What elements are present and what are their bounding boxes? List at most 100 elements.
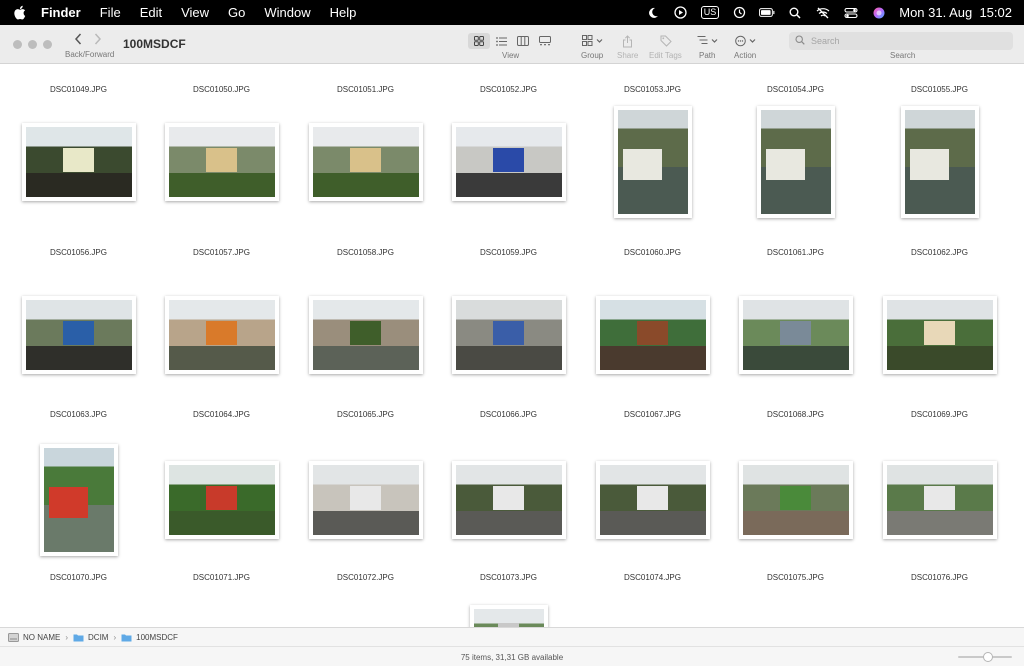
file-name-label[interactable]: DSC01057.JPG bbox=[150, 248, 293, 257]
image-thumbnail[interactable] bbox=[21, 123, 136, 201]
file-name-label[interactable]: DSC01052.JPG bbox=[437, 85, 580, 94]
menu-go[interactable]: Go bbox=[228, 5, 245, 20]
image-thumbnail[interactable] bbox=[900, 106, 979, 218]
image-thumbnail[interactable] bbox=[451, 123, 566, 201]
file-name-label[interactable]: DSC01073.JPG bbox=[437, 573, 580, 582]
group-button[interactable] bbox=[582, 33, 604, 49]
file-thumbnail-item[interactable] bbox=[294, 461, 437, 539]
image-thumbnail[interactable] bbox=[308, 461, 423, 539]
file-thumbnail-item[interactable] bbox=[150, 123, 293, 201]
image-thumbnail[interactable] bbox=[308, 296, 423, 374]
gallery-view-button[interactable] bbox=[534, 33, 556, 49]
file-thumbnail-item[interactable] bbox=[868, 461, 1011, 539]
minimize-button[interactable] bbox=[28, 40, 37, 49]
control-center-icon[interactable] bbox=[843, 5, 859, 21]
file-thumbnail-item[interactable] bbox=[294, 296, 437, 374]
image-thumbnail[interactable] bbox=[595, 461, 710, 539]
image-thumbnail[interactable] bbox=[595, 296, 710, 374]
image-thumbnail[interactable] bbox=[164, 461, 279, 539]
file-name-label[interactable]: DSC01070.JPG bbox=[7, 573, 150, 582]
file-name-label[interactable]: DSC01054.JPG bbox=[724, 85, 867, 94]
file-name-label[interactable]: DSC01069.JPG bbox=[868, 410, 1011, 419]
search-input[interactable] bbox=[811, 36, 1001, 46]
file-name-label[interactable]: DSC01050.JPG bbox=[150, 85, 293, 94]
image-thumbnail[interactable] bbox=[738, 296, 853, 374]
file-thumbnail-item[interactable] bbox=[150, 296, 293, 374]
time-machine-icon[interactable] bbox=[731, 5, 747, 21]
file-name-label[interactable]: DSC01053.JPG bbox=[581, 85, 724, 94]
battery-icon[interactable] bbox=[759, 5, 775, 21]
menu-file[interactable]: File bbox=[100, 5, 121, 20]
menu-window[interactable]: Window bbox=[264, 5, 310, 20]
file-thumbnail-item[interactable] bbox=[150, 461, 293, 539]
forward-button[interactable] bbox=[94, 32, 102, 49]
path-segment-volume[interactable]: NO NAME bbox=[8, 632, 60, 642]
play-circle-icon[interactable] bbox=[673, 5, 689, 21]
file-name-label[interactable]: DSC01063.JPG bbox=[7, 410, 150, 419]
image-thumbnail[interactable] bbox=[882, 296, 997, 374]
menu-view[interactable]: View bbox=[181, 5, 209, 20]
image-thumbnail[interactable] bbox=[756, 106, 835, 218]
back-button[interactable] bbox=[74, 32, 82, 49]
file-thumbnail-item[interactable] bbox=[724, 106, 867, 218]
file-name-label[interactable]: DSC01060.JPG bbox=[581, 248, 724, 257]
menu-help[interactable]: Help bbox=[330, 5, 357, 20]
image-thumbnail[interactable] bbox=[738, 461, 853, 539]
file-thumbnail-item[interactable] bbox=[294, 123, 437, 201]
wifi-off-icon[interactable] bbox=[815, 5, 831, 21]
file-name-label[interactable]: DSC01065.JPG bbox=[294, 410, 437, 419]
input-source-badge[interactable]: US bbox=[700, 6, 720, 19]
file-thumbnail-item[interactable] bbox=[7, 123, 150, 201]
file-thumbnail-item[interactable] bbox=[437, 605, 580, 627]
file-thumbnail-item[interactable] bbox=[581, 106, 724, 218]
file-name-label[interactable]: DSC01067.JPG bbox=[581, 410, 724, 419]
file-thumbnail-item[interactable] bbox=[437, 296, 580, 374]
apple-icon[interactable] bbox=[13, 5, 27, 21]
file-name-label[interactable]: DSC01061.JPG bbox=[724, 248, 867, 257]
file-thumbnail-item[interactable] bbox=[7, 444, 150, 556]
column-view-button[interactable] bbox=[512, 33, 534, 49]
close-button[interactable] bbox=[13, 40, 22, 49]
menu-edit[interactable]: Edit bbox=[140, 5, 162, 20]
file-thumbnail-item[interactable] bbox=[437, 461, 580, 539]
icon-view-button[interactable] bbox=[468, 33, 490, 49]
file-name-label[interactable]: DSC01072.JPG bbox=[294, 573, 437, 582]
image-thumbnail[interactable] bbox=[164, 123, 279, 201]
moon-icon[interactable] bbox=[645, 5, 661, 21]
file-name-label[interactable]: DSC01056.JPG bbox=[7, 248, 150, 257]
siri-icon[interactable] bbox=[871, 5, 887, 21]
file-name-label[interactable]: DSC01051.JPG bbox=[294, 85, 437, 94]
file-name-label[interactable]: DSC01049.JPG bbox=[7, 85, 150, 94]
image-thumbnail[interactable] bbox=[39, 444, 118, 556]
file-thumbnail-item[interactable] bbox=[581, 296, 724, 374]
image-thumbnail[interactable] bbox=[451, 461, 566, 539]
path-button[interactable] bbox=[697, 33, 719, 49]
file-name-label[interactable]: DSC01059.JPG bbox=[437, 248, 580, 257]
file-name-label[interactable]: DSC01064.JPG bbox=[150, 410, 293, 419]
action-button[interactable] bbox=[735, 33, 757, 49]
menubar-clock[interactable]: Mon 31. Aug 15:02 bbox=[899, 5, 1012, 20]
file-name-label[interactable]: DSC01058.JPG bbox=[294, 248, 437, 257]
image-thumbnail[interactable] bbox=[451, 296, 566, 374]
path-segment-dcim[interactable]: DCIM bbox=[73, 633, 108, 642]
image-thumbnail[interactable] bbox=[469, 605, 548, 627]
image-thumbnail[interactable] bbox=[613, 106, 692, 218]
file-name-label[interactable]: DSC01062.JPG bbox=[868, 248, 1011, 257]
zoom-button[interactable] bbox=[43, 40, 52, 49]
image-thumbnail[interactable] bbox=[882, 461, 997, 539]
search-field[interactable] bbox=[789, 32, 1013, 50]
file-name-label[interactable]: DSC01076.JPG bbox=[868, 573, 1011, 582]
image-thumbnail[interactable] bbox=[21, 296, 136, 374]
file-thumbnail-item[interactable] bbox=[724, 461, 867, 539]
file-icon-grid[interactable]: DSC01049.JPG DSC01050.JPG DSC01051.JPG DSC0… bbox=[0, 65, 1024, 627]
image-thumbnail[interactable] bbox=[164, 296, 279, 374]
menu-app-name[interactable]: Finder bbox=[41, 5, 81, 20]
list-view-button[interactable] bbox=[490, 33, 512, 49]
file-thumbnail-item[interactable] bbox=[868, 296, 1011, 374]
file-name-label[interactable]: DSC01066.JPG bbox=[437, 410, 580, 419]
file-name-label[interactable]: DSC01068.JPG bbox=[724, 410, 867, 419]
file-thumbnail-item[interactable] bbox=[581, 461, 724, 539]
icon-size-slider[interactable] bbox=[958, 652, 1012, 662]
file-thumbnail-item[interactable] bbox=[7, 296, 150, 374]
file-name-label[interactable]: DSC01074.JPG bbox=[581, 573, 724, 582]
